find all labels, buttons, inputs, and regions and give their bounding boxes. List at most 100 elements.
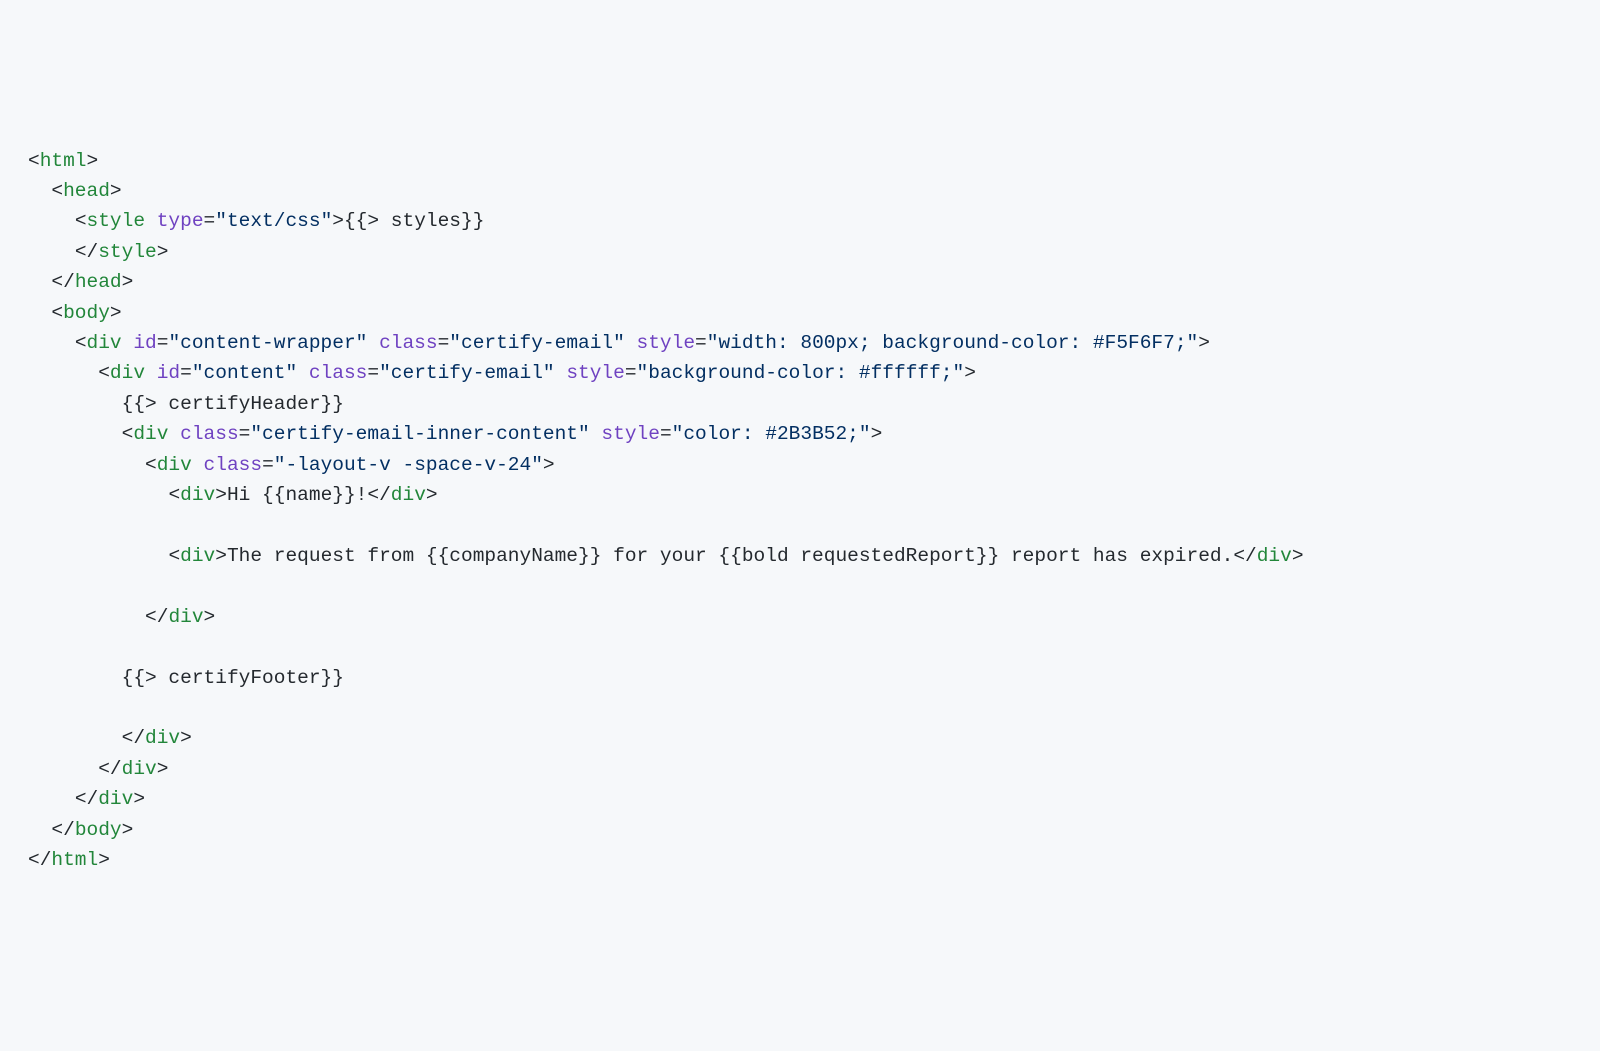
token-tag: html [40, 150, 87, 172]
token-punct: < [51, 302, 63, 324]
token-tag: div [145, 727, 180, 749]
token-punct: < [98, 362, 110, 384]
code-line: </div> [28, 788, 145, 810]
token-text [192, 454, 204, 476]
token-punct: > [122, 271, 134, 293]
code-line: <div class="-layout-v -space-v-24"> [28, 454, 555, 476]
token-tag: div [122, 758, 157, 780]
token-tag: head [75, 271, 122, 293]
token-punct: = [204, 210, 216, 232]
token-attr-name: class [309, 362, 368, 384]
token-attr-value: "certify-email-inner-content" [250, 423, 589, 445]
token-punct: > [110, 180, 122, 202]
token-punct: = [660, 423, 672, 445]
token-text: {{> styles}} [344, 210, 484, 232]
token-text [555, 362, 567, 384]
token-attr-value: "content-wrapper" [168, 332, 367, 354]
token-punct: > [133, 788, 145, 810]
token-attr-value: "color: #2B3B52;" [672, 423, 871, 445]
token-text [297, 362, 309, 384]
token-text [590, 423, 602, 445]
code-snippet: <html> <head> <style type="text/css">{{>… [28, 146, 1572, 876]
token-punct: = [438, 332, 450, 354]
code-line: </head> [28, 271, 133, 293]
token-punct: > [87, 150, 99, 172]
token-punct: < [28, 150, 40, 172]
token-punct: > [180, 727, 192, 749]
code-line: <div>The request from {{companyName}} fo… [28, 545, 1304, 567]
token-punct: > [332, 210, 344, 232]
code-line: </style> [28, 241, 168, 263]
token-attr-value: "text/css" [215, 210, 332, 232]
token-text [145, 362, 157, 384]
token-punct: > [157, 758, 169, 780]
code-line: <head> [28, 180, 122, 202]
token-punct: = [180, 362, 192, 384]
token-punct: > [204, 606, 216, 628]
token-tag: div [1257, 545, 1292, 567]
token-tag: div [98, 788, 133, 810]
code-line: <body> [28, 302, 122, 324]
code-line: </div> [28, 758, 168, 780]
token-tag: div [110, 362, 145, 384]
code-line: </div> [28, 606, 215, 628]
token-tag: div [180, 545, 215, 567]
token-punct: > [871, 423, 883, 445]
token-attr-value: "width: 800px; background-color: #F5F6F7… [707, 332, 1198, 354]
code-line: <div>Hi {{name}}!</div> [28, 484, 438, 506]
token-punct: = [157, 332, 169, 354]
token-attr-name: class [379, 332, 438, 354]
token-text: {{> certifyHeader}} [122, 393, 344, 415]
token-text [168, 423, 180, 445]
token-attr-name: type [157, 210, 204, 232]
token-punct: < [168, 484, 180, 506]
token-punct: < [75, 332, 87, 354]
token-tag: style [98, 241, 157, 263]
token-tag: div [133, 423, 168, 445]
token-attr-name: style [566, 362, 625, 384]
code-line: </html> [28, 849, 110, 871]
token-punct: > [215, 545, 227, 567]
token-punct: </ [98, 758, 121, 780]
token-attr-name: id [157, 362, 180, 384]
token-punct: = [695, 332, 707, 354]
token-attr-name: id [133, 332, 156, 354]
token-attr-name: style [601, 423, 660, 445]
token-punct: > [215, 484, 227, 506]
token-punct: > [964, 362, 976, 384]
token-attr-value: "-layout-v -space-v-24" [274, 454, 543, 476]
token-text [122, 332, 134, 354]
token-tag: div [391, 484, 426, 506]
token-text [367, 332, 379, 354]
token-text [625, 332, 637, 354]
code-line: <style type="text/css">{{> styles}} [28, 210, 484, 232]
token-attr-name: class [204, 454, 263, 476]
token-attr-name: class [180, 423, 239, 445]
token-punct: </ [75, 788, 98, 810]
token-punct: < [168, 545, 180, 567]
token-punct: > [543, 454, 555, 476]
token-punct: </ [1233, 545, 1256, 567]
token-attr-value: "content" [192, 362, 297, 384]
token-attr-value: "certify-email" [379, 362, 555, 384]
token-punct: </ [75, 241, 98, 263]
token-punct: </ [367, 484, 390, 506]
token-punct: = [239, 423, 251, 445]
token-punct: < [51, 180, 63, 202]
token-punct: > [426, 484, 438, 506]
token-punct: < [75, 210, 87, 232]
token-tag: body [63, 302, 110, 324]
code-line: <html> [28, 150, 98, 172]
code-line: </body> [28, 819, 133, 841]
token-attr-value: "background-color: #ffffff;" [637, 362, 965, 384]
token-punct: > [157, 241, 169, 263]
token-tag: div [157, 454, 192, 476]
token-punct: < [145, 454, 157, 476]
code-line: {{> certifyFooter}} [28, 667, 344, 689]
token-text: Hi {{name}}! [227, 484, 367, 506]
code-line: </div> [28, 727, 192, 749]
token-punct: > [1292, 545, 1304, 567]
token-tag: div [168, 606, 203, 628]
code-line: <div class="certify-email-inner-content"… [28, 423, 882, 445]
token-tag: style [87, 210, 146, 232]
